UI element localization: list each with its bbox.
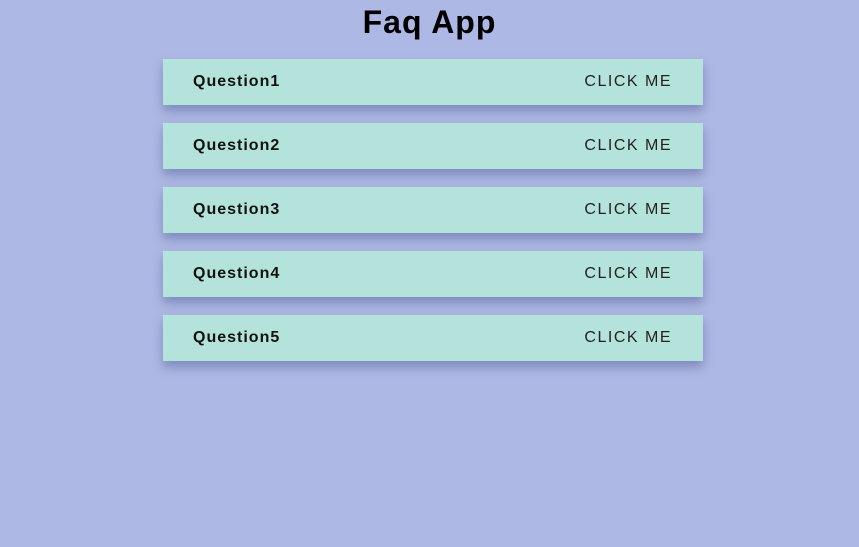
faq-item: Question4 CLICK ME (163, 251, 703, 297)
question-label: Question3 (193, 201, 281, 218)
question-label: Question1 (193, 73, 281, 90)
question-label: Question5 (193, 329, 281, 346)
click-me-button[interactable]: CLICK ME (584, 265, 672, 283)
faq-item: Question3 CLICK ME (163, 187, 703, 233)
page-title: Faq App (362, 4, 497, 40)
faq-item: Question1 CLICK ME (163, 59, 703, 105)
faq-item: Question5 CLICK ME (163, 315, 703, 361)
faq-list: Question1 CLICK ME Question2 CLICK ME Qu… (163, 59, 703, 379)
click-me-button[interactable]: CLICK ME (584, 329, 672, 347)
click-me-button[interactable]: CLICK ME (584, 73, 672, 91)
click-me-button[interactable]: CLICK ME (584, 201, 672, 219)
faq-item: Question2 CLICK ME (163, 123, 703, 169)
click-me-button[interactable]: CLICK ME (584, 137, 672, 155)
question-label: Question4 (193, 265, 281, 282)
question-label: Question2 (193, 137, 281, 154)
